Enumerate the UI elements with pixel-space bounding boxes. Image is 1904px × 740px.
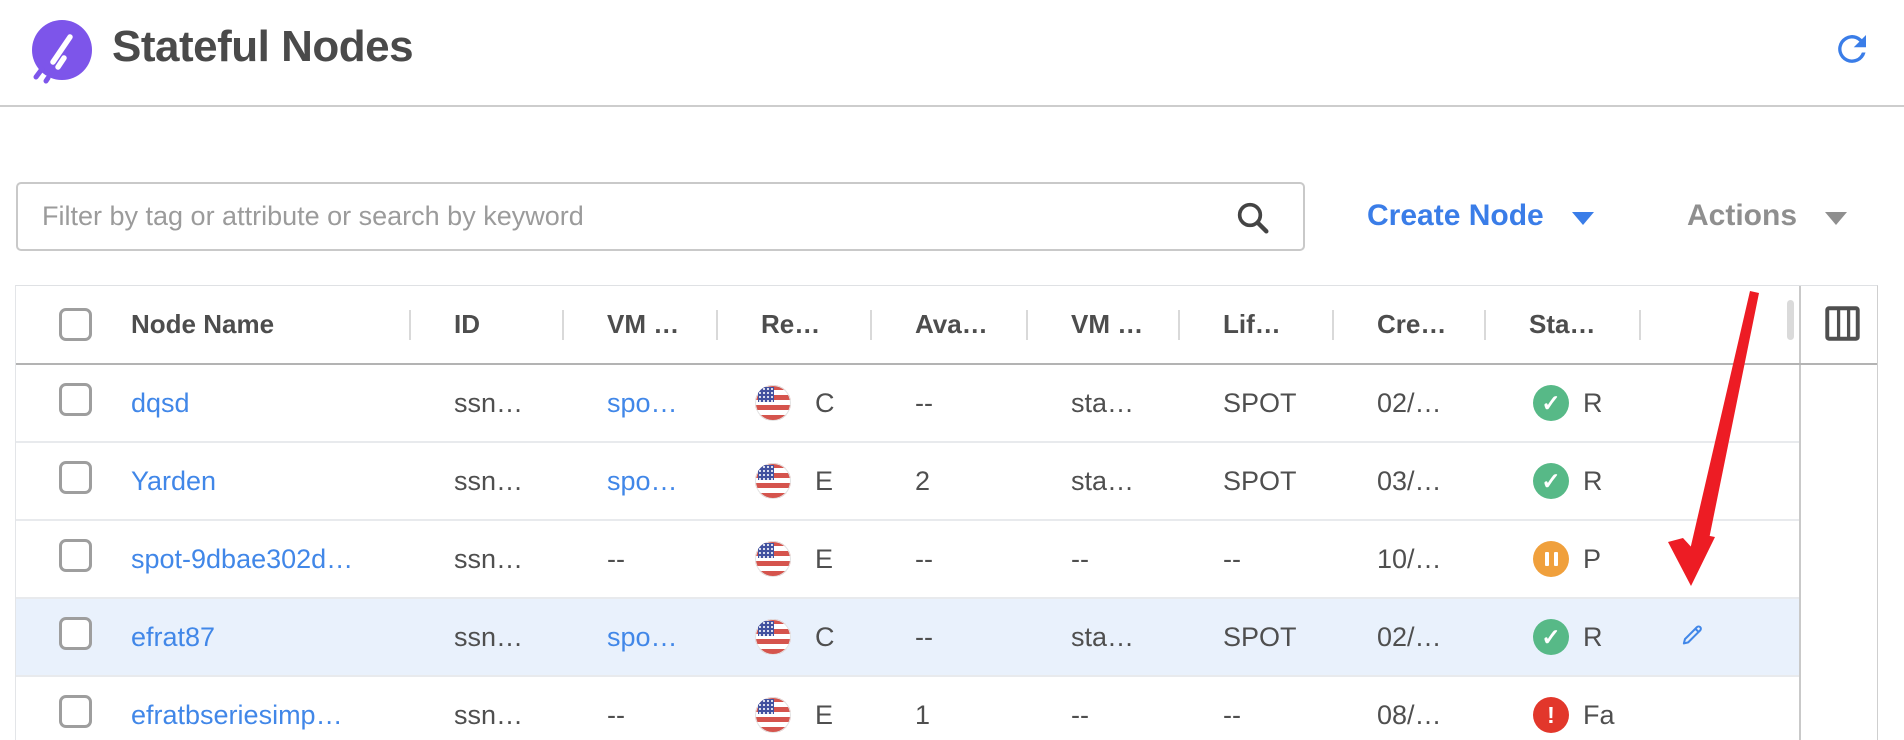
- lifecycle: --: [1179, 544, 1333, 575]
- status-text: R: [1583, 466, 1603, 497]
- availability-zone: 2: [871, 466, 1027, 497]
- lifecycle: SPOT: [1179, 622, 1333, 653]
- spot-logo-icon: [27, 19, 93, 85]
- col-header-vm-size[interactable]: VM …: [1027, 286, 1179, 363]
- status-text: P: [1583, 544, 1601, 575]
- node-id: ssn…: [410, 388, 563, 419]
- node-name-link[interactable]: spot-9dbae302d…: [131, 544, 353, 574]
- vm-image-link[interactable]: spo…: [607, 388, 678, 418]
- availability-zone: 1: [871, 700, 1027, 731]
- region-text: E: [815, 466, 833, 497]
- search-icon[interactable]: [1233, 198, 1273, 238]
- edit-pencil-icon[interactable]: [1678, 619, 1708, 649]
- create-node-button[interactable]: Create Node: [1367, 194, 1594, 238]
- us-flag-icon: [755, 697, 791, 733]
- availability-zone: --: [871, 544, 1027, 575]
- lifecycle: SPOT: [1179, 388, 1333, 419]
- col-header-availability[interactable]: Ava…: [871, 286, 1027, 363]
- region-text: E: [815, 544, 833, 575]
- col-header-region[interactable]: Re…: [717, 286, 871, 363]
- col-header-status[interactable]: Sta…: [1485, 286, 1640, 363]
- row-checkbox[interactable]: [59, 617, 92, 650]
- availability-zone: --: [871, 622, 1027, 653]
- vm-image-link[interactable]: spo…: [607, 466, 678, 496]
- us-flag-icon: [755, 619, 791, 655]
- row-checkbox[interactable]: [59, 461, 92, 494]
- node-name-link[interactable]: Yarden: [131, 466, 216, 496]
- col-header-vm-image[interactable]: VM …: [563, 286, 717, 363]
- actions-label: Actions: [1687, 199, 1797, 233]
- vm-size: sta…: [1027, 388, 1179, 419]
- lifecycle: SPOT: [1179, 466, 1333, 497]
- created-date: 02/…: [1333, 622, 1485, 653]
- stateful-nodes-table: Node Name ID VM … Re… Ava… VM … Lif… Cre…: [15, 285, 1878, 740]
- region-text: C: [815, 622, 835, 653]
- table-header-row: Node Name ID VM … Re… Ava… VM … Lif… Cre…: [16, 286, 1878, 365]
- vm-size: --: [1027, 544, 1179, 575]
- node-id: ssn…: [410, 700, 563, 731]
- status-check-icon: [1533, 619, 1569, 655]
- page-title: Stateful Nodes: [112, 22, 413, 72]
- vm-size: sta…: [1027, 622, 1179, 653]
- us-flag-icon: [755, 385, 791, 421]
- col-header-lifecycle[interactable]: Lif…: [1179, 286, 1333, 363]
- lifecycle: --: [1179, 700, 1333, 731]
- status-text: R: [1583, 388, 1603, 419]
- node-name-link[interactable]: efratbseriesimp…: [131, 700, 343, 730]
- vertical-scrollbar-thumb[interactable]: [1787, 300, 1794, 340]
- col-header-id[interactable]: ID: [410, 286, 563, 363]
- table-row: Yarden ssn… spo… E 2 sta… SPOT 03/… R: [16, 443, 1799, 521]
- row-checkbox[interactable]: [59, 695, 92, 728]
- us-flag-icon: [755, 463, 791, 499]
- status-check-icon: [1533, 385, 1569, 421]
- table-row-highlighted: efrat87 ssn… spo… C -- sta… SPOT 02/… R: [16, 599, 1799, 677]
- refresh-icon[interactable]: [1831, 28, 1873, 70]
- region-text: E: [815, 700, 833, 731]
- filter-box: [16, 182, 1305, 251]
- row-checkbox[interactable]: [59, 383, 92, 416]
- status-text: Fa: [1583, 700, 1615, 731]
- created-date: 08/…: [1333, 700, 1485, 731]
- status-error-icon: [1533, 697, 1569, 733]
- filter-input[interactable]: [18, 184, 1303, 249]
- vm-image: --: [563, 544, 717, 575]
- vm-image-link[interactable]: spo…: [607, 622, 678, 652]
- availability-zone: --: [871, 388, 1027, 419]
- row-checkbox[interactable]: [59, 539, 92, 572]
- table-row: spot-9dbae302d… ssn… -- E -- -- -- 10/… …: [16, 521, 1799, 599]
- node-name-link[interactable]: dqsd: [131, 388, 190, 418]
- table-row: dqsd ssn… spo… C -- sta… SPOT 02/… R: [16, 365, 1799, 443]
- status-text: R: [1583, 622, 1603, 653]
- status-pause-icon: [1533, 541, 1569, 577]
- table-row: efratbseriesimp… ssn… -- E 1 -- -- 08/… …: [16, 677, 1799, 740]
- col-header-node-name[interactable]: Node Name: [111, 286, 410, 363]
- status-check-icon: [1533, 463, 1569, 499]
- node-name-link[interactable]: efrat87: [131, 622, 215, 652]
- vm-size: sta…: [1027, 466, 1179, 497]
- created-date: 10/…: [1333, 544, 1485, 575]
- node-id: ssn…: [410, 466, 563, 497]
- page-header: Stateful Nodes: [0, 0, 1904, 107]
- created-date: 02/…: [1333, 388, 1485, 419]
- us-flag-icon: [755, 541, 791, 577]
- created-date: 03/…: [1333, 466, 1485, 497]
- col-header-created[interactable]: Cre…: [1333, 286, 1485, 363]
- select-all-cell: [16, 286, 111, 363]
- node-id: ssn…: [410, 622, 563, 653]
- node-id: ssn…: [410, 544, 563, 575]
- actions-button[interactable]: Actions: [1687, 194, 1847, 238]
- chevron-down-icon: [1572, 212, 1594, 225]
- select-all-checkbox[interactable]: [59, 308, 92, 341]
- region-text: C: [815, 388, 835, 419]
- col-header-actions: [1640, 286, 1799, 363]
- col-header-picker-spacer: [1799, 286, 1878, 363]
- vm-size: --: [1027, 700, 1179, 731]
- chevron-down-icon: [1825, 212, 1847, 225]
- create-node-label: Create Node: [1367, 199, 1544, 233]
- vm-image: --: [563, 700, 717, 731]
